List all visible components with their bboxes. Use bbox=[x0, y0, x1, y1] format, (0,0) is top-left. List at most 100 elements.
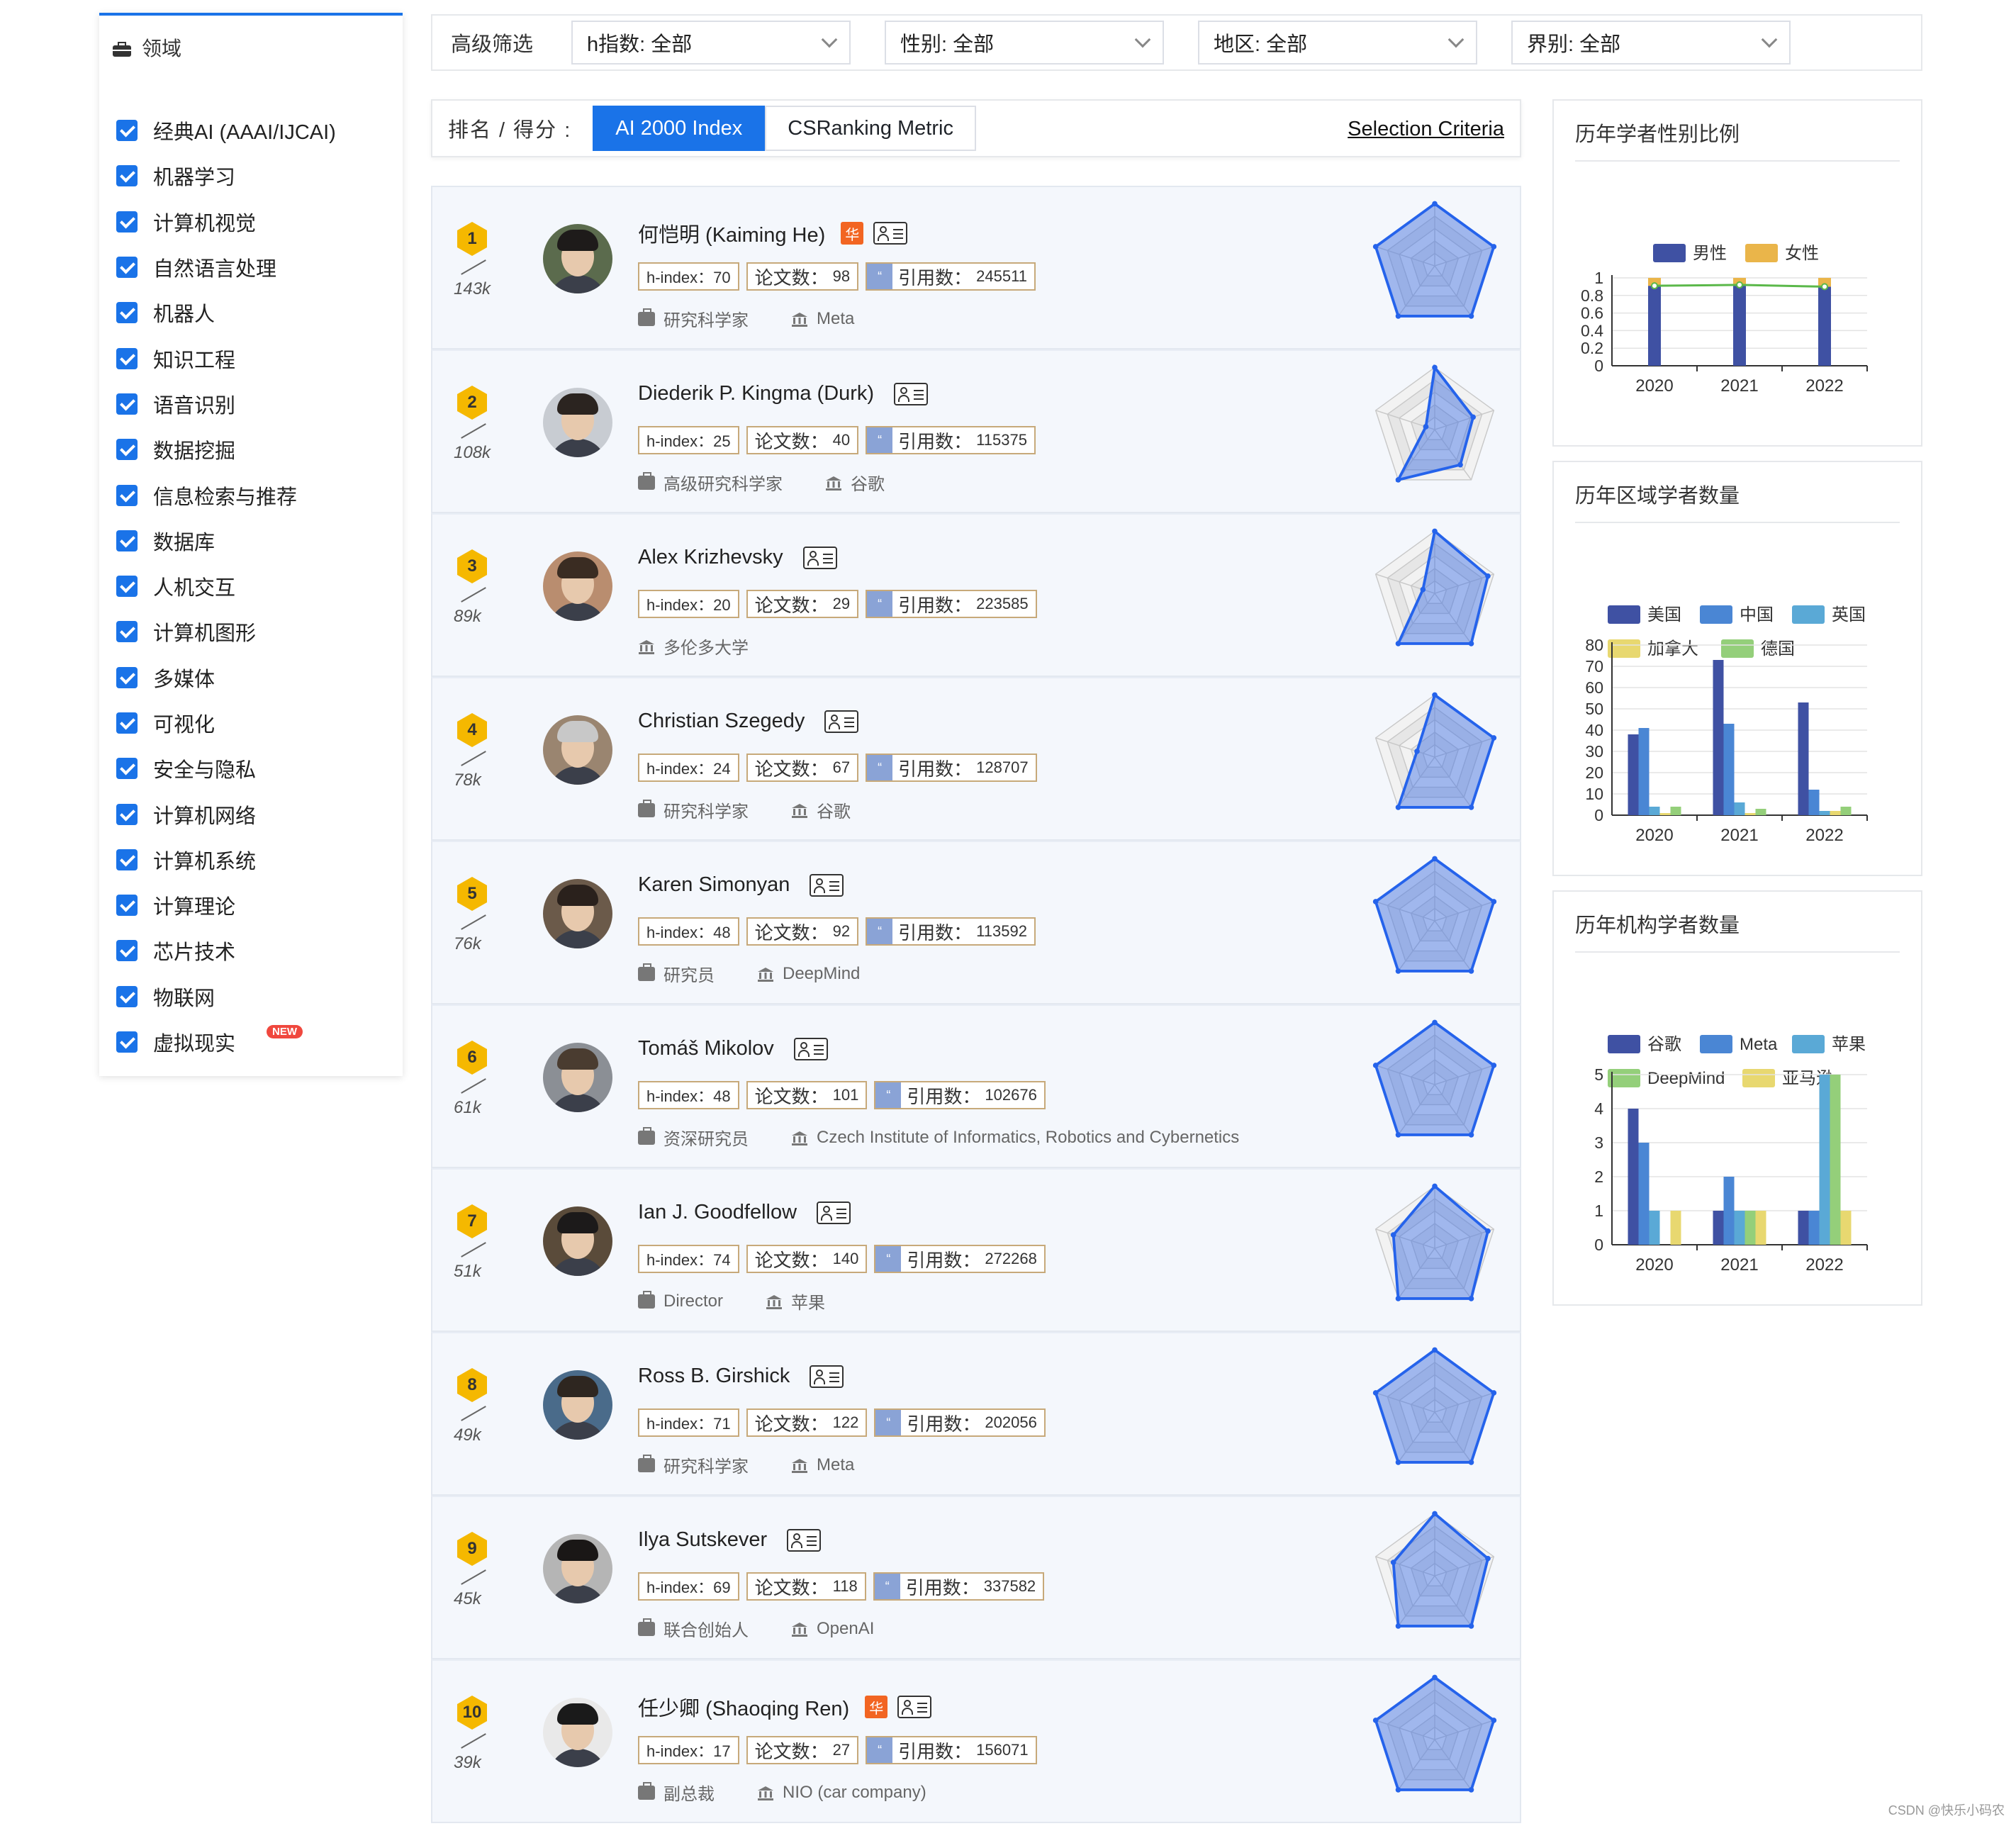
profile-card-icon[interactable] bbox=[787, 1528, 822, 1552]
profile-card-icon[interactable] bbox=[793, 1037, 828, 1060]
sector-select[interactable]: 界别: 全部 bbox=[1511, 21, 1791, 65]
bar[interactable] bbox=[1733, 284, 1746, 366]
bar[interactable] bbox=[1659, 813, 1671, 815]
sidebar-item[interactable]: 自然语言处理 bbox=[99, 245, 403, 290]
scholar-card[interactable]: 5 76k Karen Simonyan h-index：48 论文数： 92 “… bbox=[431, 841, 1521, 1004]
sidebar-item[interactable]: 芯片技术 bbox=[99, 928, 403, 973]
sidebar-item[interactable]: 信息检索与推荐 bbox=[99, 472, 403, 517]
checkbox[interactable] bbox=[116, 530, 138, 551]
legend-label[interactable]: 加拿大 bbox=[1647, 639, 1698, 659]
scholar-name[interactable]: Christian Szegedy bbox=[638, 710, 805, 733]
scholar-name[interactable]: 任少卿 (Shaoqing Ren) bbox=[638, 1692, 849, 1722]
profile-card-icon[interactable] bbox=[894, 382, 929, 405]
avatar[interactable] bbox=[543, 388, 612, 457]
bar[interactable] bbox=[1745, 813, 1756, 815]
line-point[interactable] bbox=[1821, 283, 1828, 291]
bar[interactable] bbox=[1648, 286, 1661, 366]
scholar-name[interactable]: Alex Krizhevsky bbox=[638, 546, 783, 569]
profile-card-icon[interactable] bbox=[897, 1696, 932, 1718]
bar[interactable] bbox=[1840, 1211, 1852, 1245]
bar[interactable] bbox=[1670, 1211, 1681, 1245]
scholar-name[interactable]: Ilya Sutskever bbox=[638, 1528, 767, 1552]
bar[interactable] bbox=[1723, 1177, 1735, 1245]
legend-label[interactable]: 美国 bbox=[1647, 605, 1681, 624]
sidebar-item[interactable]: 虚拟现实 NEW bbox=[99, 1019, 403, 1065]
scholar-card[interactable]: 3 89k Alex Krizhevsky h-index：20 论文数： 29 … bbox=[431, 513, 1521, 677]
bar[interactable] bbox=[1830, 1075, 1841, 1245]
bar[interactable] bbox=[1734, 1211, 1745, 1245]
scholar-name[interactable]: Diederik P. Kingma (Durk) bbox=[638, 382, 874, 405]
checkbox[interactable] bbox=[116, 393, 138, 415]
sidebar-item[interactable]: 数据库 bbox=[99, 518, 403, 564]
sidebar-item[interactable]: 计算理论 bbox=[99, 883, 403, 928]
bar[interactable] bbox=[1818, 286, 1831, 366]
profile-card-icon[interactable] bbox=[810, 873, 844, 897]
sidebar-item[interactable]: 可视化 bbox=[99, 700, 403, 746]
bar[interactable] bbox=[1819, 811, 1830, 815]
bar[interactable] bbox=[1830, 811, 1841, 815]
bar[interactable] bbox=[1638, 728, 1650, 815]
scholar-card[interactable]: 7 51k Ian J. Goodfellow h-index：74 论文数： 1… bbox=[431, 1168, 1521, 1332]
avatar[interactable] bbox=[543, 1534, 612, 1603]
checkbox[interactable] bbox=[116, 211, 138, 233]
bar[interactable] bbox=[1723, 724, 1735, 815]
legend-label[interactable]: 中国 bbox=[1740, 605, 1774, 624]
bar[interactable] bbox=[1840, 807, 1852, 815]
sidebar-item[interactable]: 计算机图形 bbox=[99, 609, 403, 654]
checkbox[interactable] bbox=[116, 712, 138, 734]
avatar[interactable] bbox=[543, 224, 612, 293]
checkbox[interactable] bbox=[116, 302, 138, 324]
bar[interactable] bbox=[1628, 1109, 1639, 1245]
profile-card-icon[interactable] bbox=[817, 1201, 851, 1224]
scholar-name[interactable]: Tomáš Mikolov bbox=[638, 1037, 774, 1060]
checkbox[interactable] bbox=[116, 758, 138, 780]
bar[interactable] bbox=[1734, 802, 1745, 815]
scholar-card[interactable]: 9 45k Ilya Sutskever h-index：69 论文数： 118 … bbox=[431, 1496, 1521, 1659]
bar[interactable] bbox=[1713, 1211, 1724, 1245]
bar[interactable] bbox=[1808, 790, 1820, 815]
bar[interactable] bbox=[1638, 1143, 1650, 1245]
sidebar-item[interactable]: 语音识别 bbox=[99, 381, 403, 427]
bar[interactable] bbox=[1670, 807, 1681, 815]
checkbox[interactable] bbox=[116, 484, 138, 506]
sidebar-item[interactable]: 人机交互 bbox=[99, 564, 403, 609]
profile-card-icon[interactable] bbox=[810, 1365, 844, 1388]
avatar[interactable] bbox=[543, 1698, 612, 1767]
scholar-card[interactable]: 2 108k Diederik P. Kingma (Durk) h-index… bbox=[431, 349, 1521, 513]
scholar-card[interactable]: 4 78k Christian Szegedy h-index：24 论文数： 6… bbox=[431, 677, 1521, 841]
scholar-card[interactable]: 1 143k 何恺明 (Kaiming He) 华 h-index：70 论文数… bbox=[431, 186, 1521, 349]
bar[interactable] bbox=[1649, 807, 1660, 815]
line-point[interactable] bbox=[1651, 282, 1658, 290]
sidebar-item[interactable]: 知识工程 bbox=[99, 335, 403, 381]
scholar-name[interactable]: Ross B. Girshick bbox=[638, 1365, 790, 1388]
checkbox[interactable] bbox=[116, 1031, 138, 1053]
scholar-card[interactable]: 8 49k Ross B. Girshick h-index：71 论文数： 12… bbox=[431, 1332, 1521, 1496]
sidebar-item[interactable]: 物联网 bbox=[99, 974, 403, 1019]
avatar[interactable] bbox=[543, 715, 612, 785]
sidebar-item[interactable]: 计算机视觉 bbox=[99, 199, 403, 245]
h-index-select[interactable]: h指数: 全部 bbox=[571, 21, 851, 65]
checkbox[interactable] bbox=[116, 848, 138, 870]
bar[interactable] bbox=[1649, 1211, 1660, 1245]
profile-card-icon[interactable] bbox=[873, 222, 908, 245]
sidebar-item[interactable]: 计算机网络 bbox=[99, 791, 403, 836]
sidebar-item[interactable]: 机器人 bbox=[99, 290, 403, 335]
scholar-card[interactable]: 10 39k 任少卿 (Shaoqing Ren) 华 h-index：17 论… bbox=[431, 1659, 1521, 1823]
bar[interactable] bbox=[1808, 1211, 1820, 1245]
checkbox[interactable] bbox=[116, 985, 138, 1007]
tab-ai2000-index[interactable]: AI 2000 Index bbox=[593, 106, 766, 151]
legend-label[interactable]: 英国 bbox=[1832, 605, 1866, 624]
avatar[interactable] bbox=[543, 1370, 612, 1440]
avatar[interactable] bbox=[543, 879, 612, 948]
avatar[interactable] bbox=[543, 551, 612, 621]
bar[interactable] bbox=[1713, 660, 1724, 815]
checkbox[interactable] bbox=[116, 666, 138, 688]
checkbox[interactable] bbox=[116, 940, 138, 962]
scholar-card[interactable]: 6 61k Tomáš Mikolov h-index：48 论文数： 101 “… bbox=[431, 1004, 1521, 1168]
line-point[interactable] bbox=[1736, 281, 1743, 289]
sidebar-item[interactable]: 机器学习 bbox=[99, 153, 403, 198]
avatar[interactable] bbox=[543, 1043, 612, 1112]
legend-label[interactable]: Meta bbox=[1740, 1035, 1778, 1054]
gender-select[interactable]: 性别: 全部 bbox=[885, 21, 1164, 65]
scholar-name[interactable]: 何恺明 (Kaiming He) bbox=[638, 218, 825, 248]
